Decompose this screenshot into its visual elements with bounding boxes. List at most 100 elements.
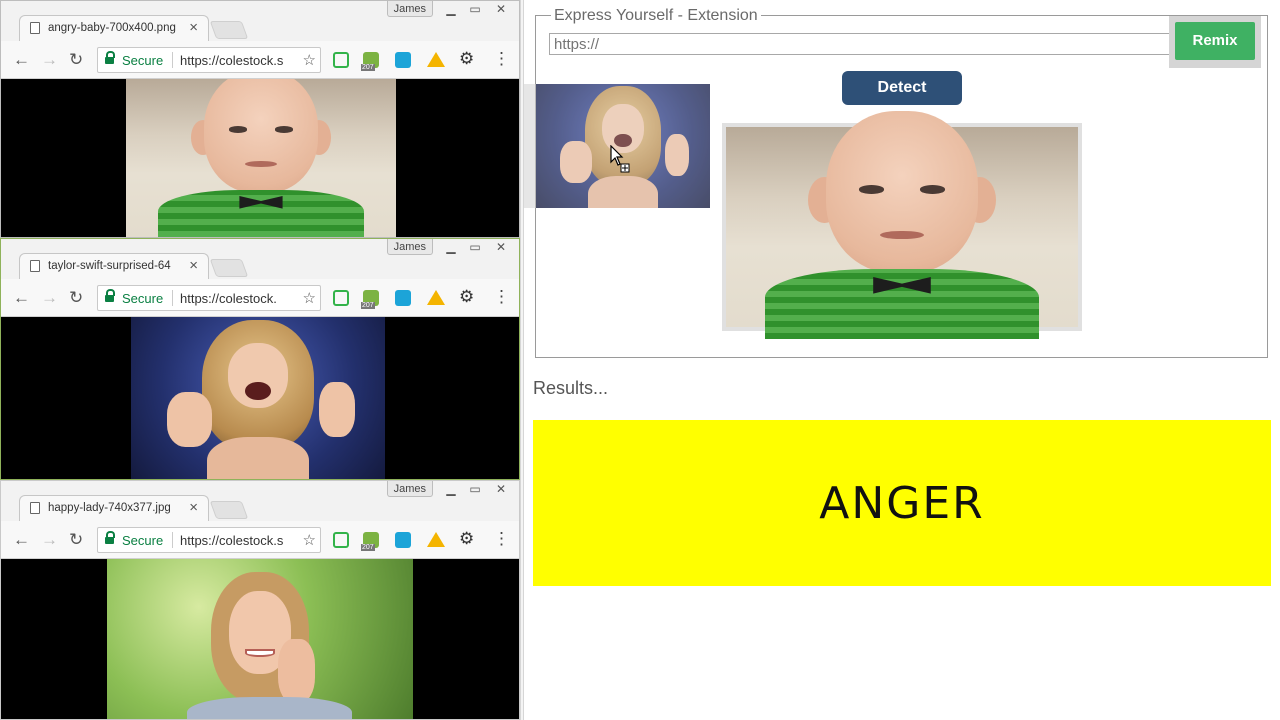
address-bar[interactable]: Secure https://colestock.s ☆ bbox=[97, 47, 321, 73]
extension-badge-count: 207 bbox=[361, 64, 375, 71]
remix-button[interactable]: Remix bbox=[1175, 22, 1255, 60]
file-icon bbox=[30, 22, 40, 34]
window-close-icon[interactable]: ✕ bbox=[489, 481, 513, 497]
angry-baby-preview-image bbox=[726, 110, 1078, 340]
secure-label: Secure bbox=[122, 533, 164, 548]
browser-window-surprised: taylor-swift-surprised-64 × James ▁ ▭ ✕ … bbox=[0, 238, 520, 480]
emotion-result: ANGER bbox=[819, 478, 985, 529]
extension-icon-green[interactable] bbox=[333, 290, 349, 306]
angry-baby-image[interactable] bbox=[126, 79, 396, 237]
url-text[interactable]: https://colestock.s bbox=[180, 533, 294, 548]
lock-icon bbox=[105, 531, 115, 545]
extension-icon-badge[interactable]: 207 bbox=[361, 52, 379, 71]
happy-lady-image[interactable] bbox=[107, 559, 413, 719]
tab-close-icon[interactable]: × bbox=[189, 257, 198, 274]
extension-icon-blue[interactable] bbox=[395, 290, 411, 306]
menu-dots-icon[interactable]: ⋮ bbox=[493, 287, 510, 307]
new-tab-button[interactable] bbox=[209, 21, 249, 39]
bookmark-star-icon[interactable]: ☆ bbox=[303, 531, 316, 549]
back-arrow-icon[interactable]: ← bbox=[13, 50, 30, 70]
reload-icon[interactable]: ↻ bbox=[69, 50, 83, 70]
tab-angry-baby[interactable]: angry-baby-700x400.png × bbox=[19, 15, 209, 41]
lock-icon bbox=[105, 51, 115, 65]
forward-arrow-icon[interactable]: → bbox=[41, 530, 58, 550]
toolbar: ← → ↻ Secure https://colestock.s ☆ 207 ⚙… bbox=[1, 521, 519, 559]
extension-title: Express Yourself - Extension bbox=[551, 7, 761, 25]
profile-button[interactable]: James bbox=[386, 481, 433, 497]
image-preview[interactable] bbox=[722, 110, 1082, 340]
tab-strip: angry-baby-700x400.png × James ▁ ▭ ✕ bbox=[1, 1, 519, 41]
bookmark-star-icon[interactable]: ☆ bbox=[303, 51, 316, 69]
bookmark-star-icon[interactable]: ☆ bbox=[303, 289, 316, 307]
google-drive-icon[interactable] bbox=[427, 290, 445, 305]
tab-happy-lady[interactable]: happy-lady-740x377.jpg × bbox=[19, 495, 209, 521]
extension-icon-badge[interactable]: 207 bbox=[361, 532, 379, 551]
new-tab-button[interactable] bbox=[209, 501, 249, 519]
extension-icon-blue[interactable] bbox=[395, 52, 411, 68]
maximize-icon[interactable]: ▭ bbox=[463, 1, 487, 17]
tab-title: happy-lady-740x377.jpg bbox=[48, 502, 171, 514]
forward-arrow-icon[interactable]: → bbox=[41, 288, 58, 308]
toolbar: ← → ↻ Secure https://colestock. ☆ 207 ⚙ … bbox=[1, 279, 519, 317]
forward-arrow-icon[interactable]: → bbox=[41, 50, 58, 70]
minimize-icon[interactable]: ▁ bbox=[439, 481, 463, 497]
browser-window-angry-baby: angry-baby-700x400.png × James ▁ ▭ ✕ ← →… bbox=[0, 0, 520, 238]
remix-container: Remix bbox=[1169, 16, 1261, 68]
url-text[interactable]: https://colestock. bbox=[180, 291, 294, 306]
reload-icon[interactable]: ↻ bbox=[69, 288, 83, 308]
tab-title: taylor-swift-surprised-64 bbox=[48, 260, 171, 272]
image-url-input[interactable] bbox=[549, 33, 1256, 55]
profile-button[interactable]: James bbox=[386, 239, 433, 255]
extension-icon-badge[interactable]: 207 bbox=[361, 290, 379, 309]
page-viewport bbox=[1, 79, 519, 237]
menu-dots-icon[interactable]: ⋮ bbox=[493, 49, 510, 69]
maximize-icon[interactable]: ▭ bbox=[463, 239, 487, 255]
window-close-icon[interactable]: ✕ bbox=[489, 239, 513, 255]
minimize-icon[interactable]: ▁ bbox=[439, 1, 463, 17]
page-viewport bbox=[1, 317, 519, 479]
surprised-woman-image[interactable] bbox=[131, 317, 385, 479]
window-close-icon[interactable]: ✕ bbox=[489, 1, 513, 17]
extension-icon-green[interactable] bbox=[333, 532, 349, 548]
address-bar[interactable]: Secure https://colestock. ☆ bbox=[97, 285, 321, 311]
tab-surprised[interactable]: taylor-swift-surprised-64 × bbox=[19, 253, 209, 279]
file-icon bbox=[30, 502, 40, 514]
back-arrow-icon[interactable]: ← bbox=[13, 288, 30, 308]
secure-label: Secure bbox=[122, 291, 164, 306]
address-bar[interactable]: Secure https://colestock.s ☆ bbox=[97, 527, 321, 553]
divider bbox=[172, 52, 173, 68]
divider bbox=[172, 532, 173, 548]
result-panel: ANGER bbox=[533, 420, 1271, 586]
tab-title: angry-baby-700x400.png bbox=[48, 22, 176, 34]
extension-page: Express Yourself - Extension Detect bbox=[524, 0, 1280, 720]
extension-icon-green[interactable] bbox=[333, 52, 349, 68]
minimize-icon[interactable]: ▁ bbox=[439, 239, 463, 255]
gear-icon[interactable]: ⚙ bbox=[459, 529, 474, 549]
browser-window-happy-lady: happy-lady-740x377.jpg × James ▁ ▭ ✕ ← →… bbox=[0, 480, 520, 720]
tab-close-icon[interactable]: × bbox=[189, 19, 198, 36]
tab-close-icon[interactable]: × bbox=[189, 499, 198, 516]
extension-icon-blue[interactable] bbox=[395, 532, 411, 548]
menu-dots-icon[interactable]: ⋮ bbox=[493, 529, 510, 549]
google-drive-icon[interactable] bbox=[427, 52, 445, 67]
extension-badge-count: 207 bbox=[361, 302, 375, 309]
new-tab-button[interactable] bbox=[209, 259, 249, 277]
back-arrow-icon[interactable]: ← bbox=[13, 530, 30, 550]
toolbar: ← → ↻ Secure https://colestock.s ☆ 207 ⚙… bbox=[1, 41, 519, 79]
lock-icon bbox=[105, 289, 115, 303]
gear-icon[interactable]: ⚙ bbox=[459, 49, 474, 69]
maximize-icon[interactable]: ▭ bbox=[463, 481, 487, 497]
file-icon bbox=[30, 260, 40, 272]
google-drive-icon[interactable] bbox=[427, 532, 445, 547]
tab-strip: happy-lady-740x377.jpg × James ▁ ▭ ✕ bbox=[1, 481, 519, 521]
detect-button[interactable]: Detect bbox=[842, 71, 962, 105]
divider bbox=[172, 290, 173, 306]
url-text[interactable]: https://colestock.s bbox=[180, 53, 294, 68]
desktop: angry-baby-700x400.png × James ▁ ▭ ✕ ← →… bbox=[0, 0, 1280, 720]
reload-icon[interactable]: ↻ bbox=[69, 530, 83, 550]
results-heading: Results... bbox=[533, 378, 609, 398]
secure-label: Secure bbox=[122, 53, 164, 68]
gear-icon[interactable]: ⚙ bbox=[459, 287, 474, 307]
profile-button[interactable]: James bbox=[386, 1, 433, 17]
extension-badge-count: 207 bbox=[361, 544, 375, 551]
